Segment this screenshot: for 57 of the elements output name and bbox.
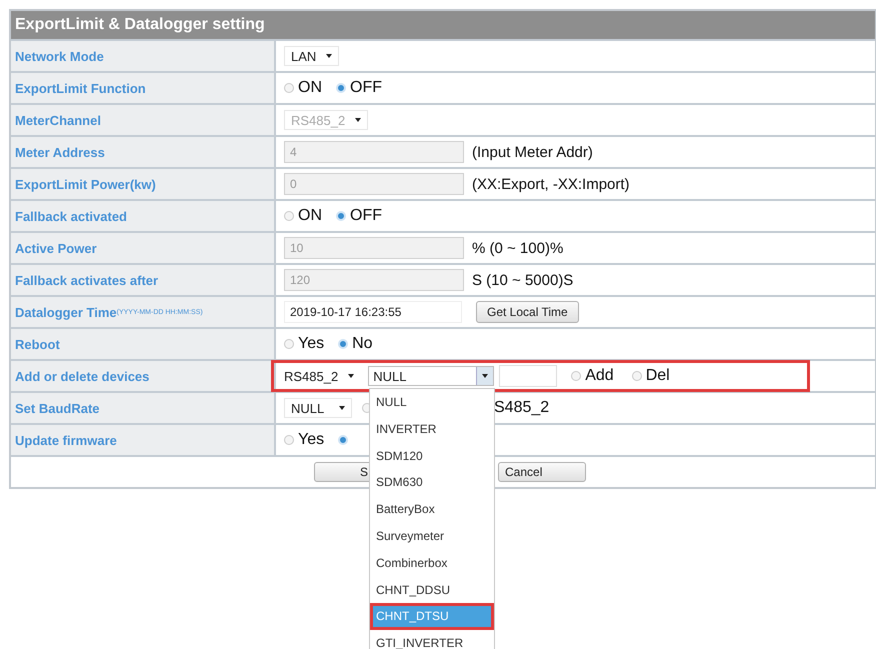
radio-button[interactable] bbox=[284, 435, 294, 445]
label-cell: MeterChannel bbox=[11, 105, 276, 135]
dropdown-option[interactable]: Surveymeter bbox=[370, 522, 494, 550]
radio-button[interactable] bbox=[632, 371, 642, 381]
radio-button[interactable] bbox=[284, 339, 294, 349]
label-cell: Network Mode bbox=[11, 41, 276, 71]
label-cell: Set BaudRate bbox=[11, 393, 276, 423]
radio-button[interactable] bbox=[338, 339, 348, 349]
radio-button[interactable] bbox=[284, 211, 294, 221]
radio-label: OFF bbox=[350, 79, 382, 97]
cancel-button[interactable]: Cancel bbox=[498, 462, 586, 482]
caret-icon bbox=[348, 374, 354, 378]
radio-button[interactable] bbox=[284, 83, 294, 93]
radio-label: ON bbox=[298, 79, 322, 97]
radio-label: ON bbox=[298, 207, 322, 225]
hint-text: % (0 ~ 100)% bbox=[472, 240, 564, 256]
dropdown-option[interactable]: BatteryBox bbox=[370, 496, 494, 523]
section-header: ExportLimit & Datalogger setting bbox=[11, 11, 875, 39]
label-cell: Active Power bbox=[11, 233, 276, 263]
dropdown-option[interactable]: CHNT_DDSU bbox=[370, 576, 494, 604]
dropdown-option[interactable]: NULL bbox=[370, 389, 494, 416]
radio-label: Yes bbox=[298, 431, 324, 449]
hint-text: (XX:Export, -XX:Import) bbox=[472, 176, 630, 192]
dropdown-select[interactable]: LAN bbox=[284, 46, 340, 66]
dropdown-option[interactable]: INVERTER bbox=[370, 416, 494, 443]
hint-text: S (10 ~ 5000)S bbox=[472, 272, 574, 288]
label-cell: Meter Address bbox=[11, 137, 276, 167]
dropdown-select[interactable]: NULL bbox=[284, 398, 352, 418]
radio-label: Del bbox=[646, 367, 670, 385]
radio-label: Add bbox=[585, 367, 614, 385]
label-cell: Add or delete devices bbox=[11, 361, 276, 391]
dropdown-option[interactable]: SDM120 bbox=[370, 442, 494, 470]
label-cell: Reboot bbox=[11, 329, 276, 359]
caret-icon bbox=[355, 118, 362, 122]
radio-label: OFF bbox=[350, 207, 382, 225]
input-field[interactable] bbox=[499, 365, 558, 387]
label-cell: ExportLimit Power(kw) bbox=[11, 169, 276, 199]
dropdown-option[interactable]: SDM630 bbox=[370, 469, 494, 496]
radio-button[interactable] bbox=[336, 83, 346, 93]
hint-text: (Input Meter Addr) bbox=[472, 144, 593, 160]
label-cell: Fallback activates after bbox=[11, 265, 276, 295]
radio-label: Yes bbox=[298, 335, 324, 353]
dropdown-option[interactable]: Combinerbox bbox=[370, 550, 494, 577]
radio-button[interactable] bbox=[338, 435, 348, 445]
radio-label: S485_2 bbox=[494, 399, 550, 417]
radio-button[interactable] bbox=[336, 211, 346, 221]
caret-icon bbox=[339, 406, 345, 410]
label-cell: Fallback activated bbox=[11, 201, 276, 231]
label-cell: ExportLimit Function bbox=[11, 73, 276, 103]
get-local-time-button[interactable]: Get Local Time bbox=[476, 301, 579, 323]
label-cell: Update firmware bbox=[11, 425, 276, 455]
input-field[interactable]: 2019-10-17 16:23:55 bbox=[284, 301, 462, 323]
dropdown-select[interactable]: RS485_2 bbox=[284, 366, 360, 386]
radio-button[interactable] bbox=[571, 371, 582, 381]
caret-icon bbox=[326, 54, 332, 58]
dropdown-select[interactable]: NULL bbox=[368, 366, 494, 386]
radio-label: No bbox=[352, 335, 373, 353]
